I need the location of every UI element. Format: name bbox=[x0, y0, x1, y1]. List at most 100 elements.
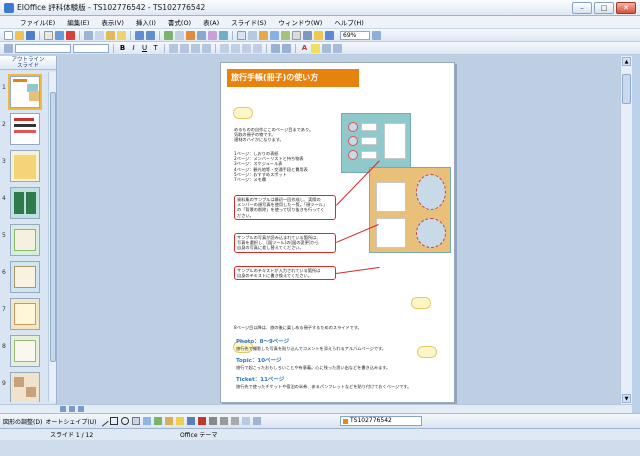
slide-thumbnail-5[interactable] bbox=[10, 224, 40, 256]
numbering-icon[interactable] bbox=[231, 43, 240, 53]
menu-slide[interactable]: スライド(S) bbox=[229, 17, 268, 27]
menu-file[interactable]: ファイル(E) bbox=[6, 17, 57, 27]
copy-icon[interactable] bbox=[95, 30, 104, 40]
3d-icon[interactable] bbox=[253, 417, 262, 425]
slide-thumbnail-4[interactable] bbox=[10, 187, 40, 219]
scroll-down-icon[interactable]: ▼ bbox=[622, 394, 631, 403]
slide-layout-icon[interactable] bbox=[248, 30, 257, 40]
font-grow-icon[interactable] bbox=[322, 43, 331, 53]
decrease-indent-icon[interactable] bbox=[242, 43, 251, 53]
menu-insert[interactable]: 挿入(I) bbox=[134, 17, 158, 27]
slideshow-icon[interactable] bbox=[270, 30, 279, 40]
line-color-icon[interactable] bbox=[187, 417, 196, 425]
save-icon[interactable] bbox=[26, 30, 35, 40]
new-slide-icon[interactable] bbox=[237, 30, 246, 40]
font-shrink-icon[interactable] bbox=[333, 43, 342, 53]
autoshape-menu[interactable]: オートシェイプ(U) bbox=[45, 417, 96, 426]
arrow-style-icon[interactable] bbox=[231, 417, 240, 425]
fill-color-icon[interactable] bbox=[176, 417, 185, 425]
align-left-icon[interactable] bbox=[169, 43, 178, 53]
increase-indent-icon[interactable] bbox=[253, 43, 262, 53]
document-tab[interactable]: TS102776542 bbox=[340, 416, 422, 426]
menu-format[interactable]: 書式(O) bbox=[166, 17, 193, 27]
line-style-icon[interactable] bbox=[209, 417, 218, 425]
scroll-up-icon[interactable]: ▲ bbox=[622, 57, 631, 66]
highlight-icon[interactable] bbox=[314, 30, 323, 40]
page-list-text: 1ページ：しおりの表紙 2ページ：メンバーリストと持ち物表 3ページ：スケジュー… bbox=[234, 151, 308, 183]
scroll-thumb[interactable] bbox=[622, 74, 631, 104]
vertical-scrollbar[interactable]: ▲ ▼ bbox=[620, 56, 632, 404]
redo-icon[interactable] bbox=[146, 30, 155, 40]
rectangle-icon[interactable] bbox=[110, 417, 119, 425]
clipart-icon[interactable] bbox=[154, 417, 163, 425]
line-icon[interactable] bbox=[97, 415, 110, 427]
paragraph-icon[interactable] bbox=[282, 43, 291, 53]
menu-edit[interactable]: 編集(E) bbox=[65, 17, 91, 27]
tab-slide[interactable]: スライド bbox=[17, 63, 39, 69]
bullets-icon[interactable] bbox=[220, 43, 229, 53]
shadow-icon[interactable] bbox=[242, 417, 251, 425]
slide-page[interactable]: 旅行手帳(冊子)の使い方 めるものの自作にこのページ目まであり。 気取の冊子の物… bbox=[220, 62, 455, 403]
menu-table[interactable]: 表(A) bbox=[201, 17, 221, 27]
view-icon[interactable] bbox=[303, 30, 312, 40]
text-shadow-icon[interactable]: T bbox=[151, 44, 160, 52]
help-icon[interactable] bbox=[372, 30, 381, 40]
wordart-icon[interactable] bbox=[143, 417, 152, 425]
insert-image-icon[interactable] bbox=[164, 30, 173, 40]
menu-view[interactable]: 表示(V) bbox=[99, 17, 126, 27]
slide-thumbnail-6[interactable] bbox=[10, 261, 40, 293]
cut-icon[interactable] bbox=[84, 30, 93, 40]
highlight-color-icon[interactable] bbox=[311, 43, 320, 53]
font-color-draw-icon[interactable] bbox=[198, 417, 207, 425]
textbox-icon[interactable] bbox=[132, 417, 141, 425]
justify-icon[interactable] bbox=[202, 43, 211, 53]
slide-design-icon[interactable] bbox=[259, 30, 268, 40]
font-color-icon[interactable]: A bbox=[300, 44, 309, 52]
insert-chart-icon[interactable] bbox=[186, 30, 195, 40]
align-center-icon[interactable] bbox=[180, 43, 189, 53]
font-size-combo[interactable] bbox=[73, 43, 109, 53]
insert-table-icon[interactable] bbox=[175, 30, 184, 40]
grid-icon[interactable] bbox=[292, 30, 301, 40]
format-painter-icon[interactable] bbox=[117, 30, 126, 40]
animation-icon[interactable] bbox=[281, 30, 290, 40]
slide-thumbnail-2[interactable] bbox=[10, 113, 40, 145]
close-button[interactable]: ✕ bbox=[616, 1, 636, 14]
zoom-combo[interactable]: 69% bbox=[340, 30, 370, 40]
arrange-menu[interactable]: 図形の調整(D) bbox=[3, 417, 42, 426]
paste-icon[interactable] bbox=[106, 30, 115, 40]
open-folder-icon[interactable] bbox=[15, 30, 24, 40]
ellipse-icon[interactable] bbox=[121, 417, 130, 425]
insert-textbox-icon[interactable] bbox=[197, 30, 206, 40]
print-preview-icon[interactable] bbox=[55, 30, 64, 40]
thumbnail-scrollbar[interactable] bbox=[48, 72, 56, 402]
maximize-button[interactable]: □ bbox=[594, 1, 614, 14]
slide-thumbnail-1[interactable] bbox=[8, 74, 42, 110]
normal-view-icon[interactable] bbox=[60, 406, 66, 412]
picture-icon[interactable] bbox=[165, 417, 174, 425]
bold-icon[interactable]: B bbox=[118, 44, 127, 52]
pdf-icon[interactable] bbox=[66, 30, 75, 40]
underline-icon[interactable]: U bbox=[140, 44, 149, 52]
slide-sorter-icon[interactable] bbox=[69, 406, 75, 412]
print-icon[interactable] bbox=[44, 30, 53, 40]
zoom-icon[interactable] bbox=[325, 30, 334, 40]
slideshow-view-icon[interactable] bbox=[78, 406, 84, 412]
align-right-icon[interactable] bbox=[191, 43, 200, 53]
new-file-icon[interactable] bbox=[4, 30, 13, 40]
dash-style-icon[interactable] bbox=[220, 417, 229, 425]
slide-thumbnail-8[interactable] bbox=[10, 335, 40, 367]
font-name-combo[interactable] bbox=[15, 43, 71, 53]
slide-thumbnail-7[interactable] bbox=[10, 298, 40, 330]
slide-thumbnail-9[interactable] bbox=[10, 372, 40, 402]
hyperlink-icon[interactable] bbox=[219, 30, 228, 40]
slide-thumbnail-3[interactable] bbox=[10, 150, 40, 182]
line-spacing-icon[interactable] bbox=[271, 43, 280, 53]
style-icon[interactable] bbox=[4, 43, 13, 53]
menu-help[interactable]: ヘルプ(H) bbox=[332, 17, 365, 27]
italic-icon[interactable]: I bbox=[129, 44, 138, 52]
insert-shape-icon[interactable] bbox=[208, 30, 217, 40]
minimize-button[interactable]: – bbox=[572, 1, 592, 14]
undo-icon[interactable] bbox=[135, 30, 144, 40]
menu-window[interactable]: ウィンドウ(W) bbox=[276, 17, 324, 27]
